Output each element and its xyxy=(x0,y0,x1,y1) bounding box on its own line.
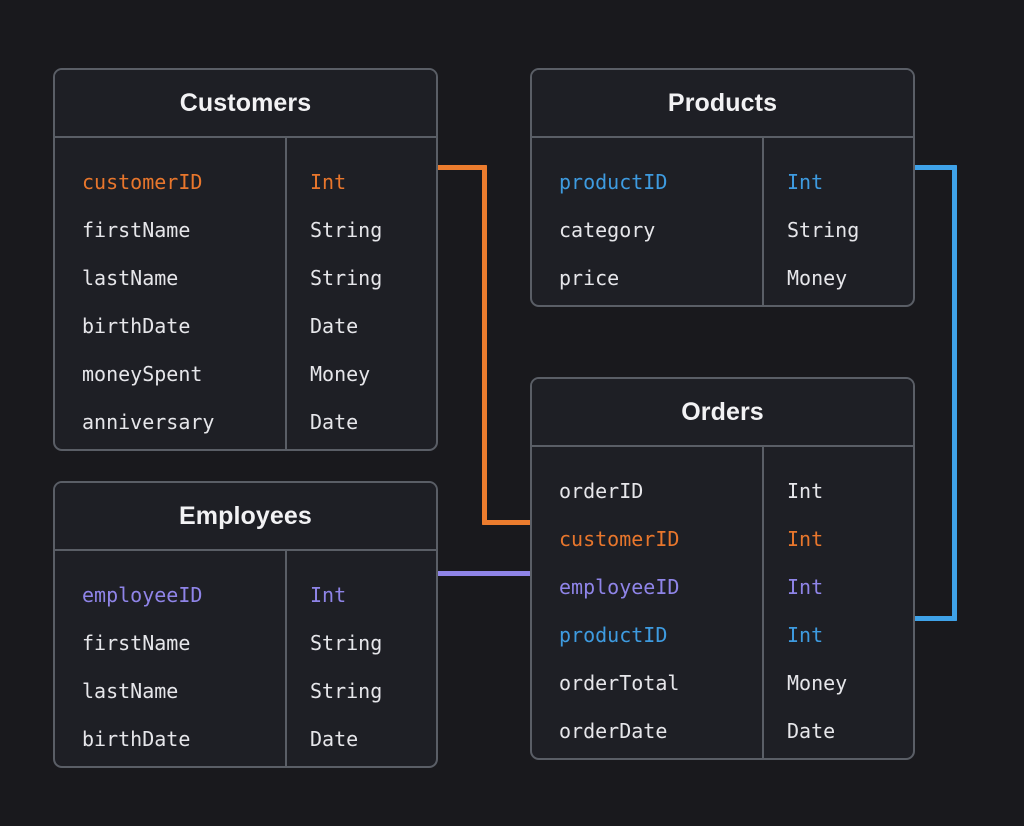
field-type: Date xyxy=(310,314,359,338)
field-name: price xyxy=(559,266,620,290)
field-name-column-customers: customerID firstName lastName birthDate … xyxy=(55,138,287,449)
field-type: Money xyxy=(787,266,848,290)
field-name: category xyxy=(559,218,656,242)
field-type-column-products: Int String Money xyxy=(764,138,913,305)
field-name-column-employees: employeeID firstName lastName birthDate xyxy=(55,551,287,766)
table-title-orders: Orders xyxy=(681,397,764,426)
field-name: productID xyxy=(559,623,668,647)
field-type: Int xyxy=(787,479,824,503)
table-header-orders: Orders xyxy=(532,379,913,447)
field-type: Int xyxy=(310,170,347,194)
field-name: employeeID xyxy=(82,583,203,607)
field-name: anniversary xyxy=(82,410,215,434)
field-name-column-orders: orderID customerID employeeID productID … xyxy=(532,447,764,758)
table-body-products: productID category price Int String Mone… xyxy=(532,138,913,305)
field-type-column-customers: Int String String Date Money Date xyxy=(287,138,436,449)
field-type: String xyxy=(310,218,383,242)
entity-table-orders[interactable]: Orders orderID customerID employeeID pro… xyxy=(530,377,915,760)
field-name-column-products: productID category price xyxy=(532,138,764,305)
table-body-orders: orderID customerID employeeID productID … xyxy=(532,447,913,758)
relationship-employees-orders-segment-1 xyxy=(436,571,532,576)
relationship-customers-orders-segment-1 xyxy=(436,165,487,170)
field-type: Int xyxy=(787,575,824,599)
field-type: Date xyxy=(787,719,836,743)
field-name: firstName xyxy=(82,631,191,655)
field-name: orderDate xyxy=(559,719,668,743)
table-body-customers: customerID firstName lastName birthDate … xyxy=(55,138,436,449)
field-type: Money xyxy=(787,671,848,695)
field-name: productID xyxy=(559,170,668,194)
field-type: Money xyxy=(310,362,371,386)
field-type: Int xyxy=(787,170,824,194)
table-header-employees: Employees xyxy=(55,483,436,551)
entity-table-customers[interactable]: Customers customerID firstName lastName … xyxy=(53,68,438,451)
field-name: lastName xyxy=(82,679,179,703)
relationship-customers-orders-segment-2 xyxy=(482,165,487,525)
field-type: Int xyxy=(787,623,824,647)
table-title-customers: Customers xyxy=(179,88,312,117)
table-header-customers: Customers xyxy=(55,70,436,138)
field-type: Date xyxy=(310,727,359,751)
field-type: String xyxy=(310,631,383,655)
field-type: String xyxy=(310,679,383,703)
field-name: lastName xyxy=(82,266,179,290)
table-header-products: Products xyxy=(532,70,913,138)
field-name: birthDate xyxy=(82,314,191,338)
field-type: Int xyxy=(310,583,347,607)
relationship-customers-orders-segment-3 xyxy=(482,520,532,525)
field-type-column-employees: Int String String Date xyxy=(287,551,436,766)
table-body-employees: employeeID firstName lastName birthDate … xyxy=(55,551,436,766)
er-diagram-canvas: Customers customerID firstName lastName … xyxy=(0,0,1024,826)
field-type: String xyxy=(787,218,860,242)
field-name: firstName xyxy=(82,218,191,242)
table-title-products: Products xyxy=(667,88,778,117)
field-type: Date xyxy=(310,410,359,434)
entity-table-products[interactable]: Products productID category price Int St… xyxy=(530,68,915,307)
field-type: String xyxy=(310,266,383,290)
field-name: orderID xyxy=(559,479,644,503)
field-name: birthDate xyxy=(82,727,191,751)
relationship-products-orders-segment-2 xyxy=(952,165,957,621)
field-name: employeeID xyxy=(559,575,680,599)
entity-table-employees[interactable]: Employees employeeID firstName lastName … xyxy=(53,481,438,768)
table-title-employees: Employees xyxy=(179,501,312,530)
field-type: Int xyxy=(787,527,824,551)
field-name: moneySpent xyxy=(82,362,203,386)
relationship-products-orders-segment-3 xyxy=(913,616,957,621)
relationship-products-orders-segment-1 xyxy=(913,165,957,170)
field-name: customerID xyxy=(82,170,203,194)
field-type-column-orders: Int Int Int Int Money Date xyxy=(764,447,913,758)
field-name: orderTotal xyxy=(559,671,680,695)
field-name: customerID xyxy=(559,527,680,551)
